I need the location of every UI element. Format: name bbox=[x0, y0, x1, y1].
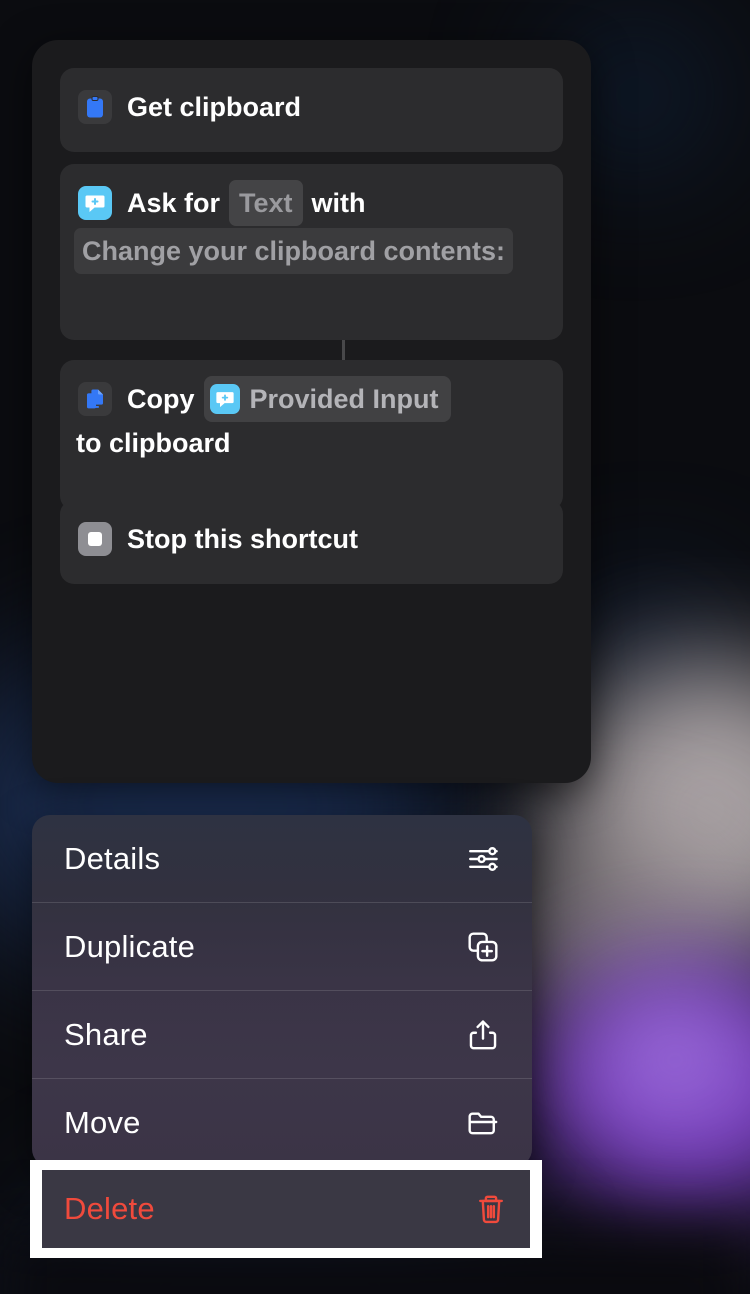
action-get-clipboard[interactable]: Get clipboard bbox=[60, 68, 563, 152]
menu-item-label: Move bbox=[64, 1105, 141, 1140]
input-type-pill[interactable]: Text bbox=[229, 180, 303, 226]
stop-icon bbox=[78, 522, 112, 556]
menu-item-move[interactable]: Move bbox=[32, 1079, 532, 1167]
shortcut-editor-card: Get clipboard Ask for Text with Change y… bbox=[32, 40, 591, 783]
action-connector-word: with bbox=[311, 188, 366, 218]
prompt-text-field[interactable]: Change your clipboard contents: bbox=[74, 228, 514, 274]
menu-item-label: Share bbox=[64, 1016, 148, 1052]
menu-item-delete[interactable]: Delete bbox=[42, 1170, 530, 1248]
action-title: Copy bbox=[127, 384, 195, 414]
action-connector bbox=[342, 340, 345, 360]
share-icon bbox=[466, 1018, 500, 1052]
clipboard-icon bbox=[78, 90, 112, 124]
action-stop-this-shortcut[interactable]: Stop this shortcut bbox=[60, 500, 563, 584]
folder-icon bbox=[466, 1106, 500, 1140]
menu-item-label: Delete bbox=[64, 1191, 155, 1226]
menu-item-share[interactable]: Share bbox=[32, 991, 532, 1079]
menu-item-duplicate[interactable]: Duplicate bbox=[32, 903, 532, 991]
delete-highlight-outline: Delete bbox=[30, 1160, 542, 1258]
action-title: Stop this shortcut bbox=[127, 524, 358, 554]
ask-for-input-icon bbox=[78, 186, 112, 220]
copy-icon bbox=[78, 382, 112, 416]
action-ask-for-input[interactable]: Ask for Text with Change your clipboard … bbox=[60, 164, 563, 340]
provided-input-icon bbox=[209, 384, 240, 414]
provided-input-label: Provided Input bbox=[249, 384, 439, 414]
context-menu: Details Duplicate Share Move bbox=[32, 815, 532, 1167]
provided-input-variable-pill[interactable]: Provided Input bbox=[203, 376, 451, 422]
menu-item-label: Details bbox=[64, 840, 161, 876]
trash-icon bbox=[474, 1192, 508, 1226]
action-copy-to-clipboard[interactable]: Copy Provided Input to clipboard bbox=[60, 360, 563, 510]
menu-item-details[interactable]: Details bbox=[32, 815, 532, 903]
duplicate-icon bbox=[466, 930, 500, 964]
action-title: Ask for bbox=[127, 188, 221, 218]
sliders-icon bbox=[466, 842, 500, 876]
action-title: Get clipboard bbox=[127, 92, 302, 122]
wallpaper-blob bbox=[600, 1000, 750, 1120]
menu-item-label: Duplicate bbox=[64, 928, 196, 964]
action-title-suffix: to clipboard bbox=[76, 428, 231, 458]
